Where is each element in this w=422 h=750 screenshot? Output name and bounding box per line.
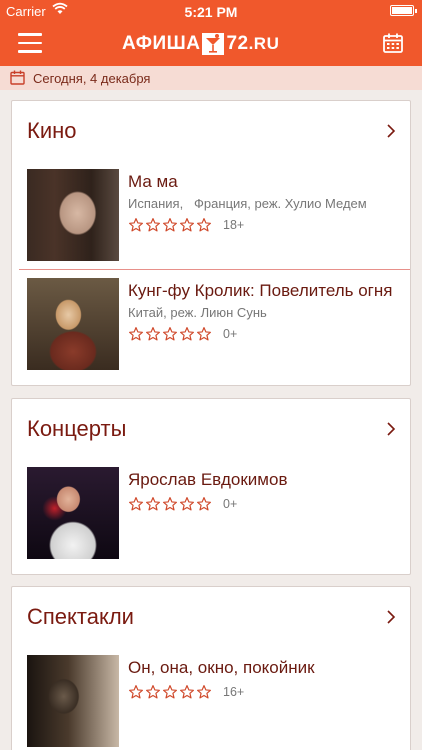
section-header-concerts[interactable]: Концерты: [12, 399, 410, 459]
age-rating: 16+: [223, 685, 245, 699]
star-rating: [128, 326, 213, 342]
battery-icon: [390, 5, 417, 16]
star-icon: [179, 496, 195, 512]
star-icon: [128, 684, 144, 700]
star-icon: [128, 496, 144, 512]
logo-text-left: АФИША: [122, 33, 201, 54]
section-header-theatre[interactable]: Спектакли: [12, 587, 410, 647]
star-icon: [128, 217, 144, 233]
section-title: Концерты: [27, 416, 127, 441]
section-title: Спектакли: [27, 604, 134, 629]
poster-image: [27, 278, 119, 370]
chevron-right-icon: [387, 422, 396, 436]
list-item[interactable]: Кунг-фу Кролик: Повелитель огня Китай, р…: [12, 270, 410, 378]
star-icon: [145, 217, 161, 233]
event-meta: Испания, Франция, реж. Хулио Медем: [128, 196, 367, 211]
star-icon: [179, 217, 195, 233]
logo-domain: .RU: [248, 34, 280, 53]
calendar-icon[interactable]: [382, 32, 404, 54]
cocktail-glass-icon: [202, 33, 225, 55]
star-icon: [162, 326, 178, 342]
event-name: Ма ма: [128, 172, 178, 191]
poster-image: [27, 655, 119, 747]
star-icon: [145, 326, 161, 342]
chevron-right-icon: [387, 124, 396, 138]
poster-image: [27, 169, 119, 261]
star-icon: [145, 684, 161, 700]
poster-image: [27, 467, 119, 559]
star-icon: [179, 326, 195, 342]
logo-text-right: 72: [226, 33, 249, 54]
star-icon: [128, 326, 144, 342]
list-item[interactable]: Ма ма Испания, Франция, реж. Хулио Медем…: [12, 161, 410, 269]
age-rating: 0+: [223, 327, 238, 341]
top-bar: Carrier 5:21 PM АФИША 72 .RU: [0, 0, 422, 66]
star-icon: [162, 496, 178, 512]
section-header-cinema[interactable]: Кино: [12, 101, 410, 161]
calendar-small-icon: [10, 70, 25, 85]
clock: 5:21 PM: [184, 4, 238, 20]
star-icon: [196, 496, 212, 512]
star-icon: [196, 326, 212, 342]
event-meta: Китай, реж. Лиюн Сунь: [128, 305, 267, 320]
section-title: Кино: [27, 118, 77, 143]
age-rating: 18+: [223, 218, 245, 232]
section-card-theatre: Спектакли Он, она, окно, покойник 16+: [11, 586, 411, 750]
age-rating: 0+: [223, 497, 238, 511]
rating-row: 16+: [128, 684, 400, 700]
list-item[interactable]: Ярослав Евдокимов 0+: [12, 459, 410, 567]
rating-row: 18+: [128, 217, 400, 233]
star-rating: [128, 684, 213, 700]
section-card-cinema: Кино Ма ма Испания, Франция, реж. Хулио …: [11, 100, 411, 386]
list-item[interactable]: Он, она, окно, покойник 16+: [12, 647, 410, 750]
chevron-right-icon: [387, 610, 396, 624]
rating-row: 0+: [128, 496, 400, 512]
section-card-concerts: Концерты Ярослав Евдокимов 0+: [11, 398, 411, 575]
event-name: Он, она, окно, покойник: [128, 658, 315, 677]
menu-button[interactable]: [18, 33, 42, 53]
event-name: Кунг-фу Кролик: Повелитель огня: [128, 281, 393, 300]
star-rating: [128, 217, 213, 233]
star-rating: [128, 496, 213, 512]
date-bar[interactable]: Сегодня, 4 декабря: [0, 66, 422, 90]
star-icon: [145, 496, 161, 512]
event-name: Ярослав Евдокимов: [128, 470, 288, 489]
star-icon: [162, 217, 178, 233]
rating-row: 0+: [128, 326, 400, 342]
star-icon: [196, 684, 212, 700]
star-icon: [196, 217, 212, 233]
app-logo: АФИША 72 .RU: [122, 33, 279, 55]
date-label: Сегодня, 4 декабря: [33, 71, 151, 86]
star-icon: [179, 684, 195, 700]
status-bar: Carrier 5:21 PM: [0, 0, 422, 22]
star-icon: [162, 684, 178, 700]
